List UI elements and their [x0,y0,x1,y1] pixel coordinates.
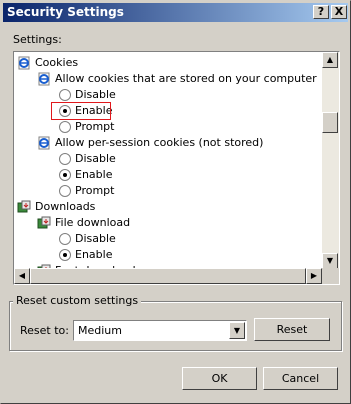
vertical-scrollbar[interactable]: ▲ ▼ [322,52,339,269]
reset-level-select[interactable]: Medium ▼ [73,320,247,341]
tree-item-label: Prompt [75,120,115,133]
radio-button[interactable] [59,169,71,181]
horizontal-scrollbar[interactable]: ◀ ▶ [14,268,322,284]
scroll-down-button[interactable]: ▼ [322,253,338,269]
download-icon [17,200,31,213]
close-button[interactable]: X [331,5,347,19]
ok-button[interactable]: OK [182,367,257,390]
cancel-button[interactable]: Cancel [263,367,338,390]
chevron-down-icon[interactable]: ▼ [229,322,245,339]
tree-item-label: Allow cookies that are stored on your co… [55,72,317,85]
scroll-right-button[interactable]: ▶ [306,268,322,284]
tree-item-label: Enable [75,248,113,261]
tree-item-label: Prompt [75,184,115,197]
scroll-up-button[interactable]: ▲ [322,52,338,68]
ie-settings-icon [38,136,50,150]
reset-to-label: Reset to: [20,324,69,337]
tree-item-label: File download [55,216,131,229]
help-button[interactable]: ? [313,5,329,19]
scrollbar-corner [322,268,339,284]
focus-highlight [51,102,111,120]
tree-item-label: Disable [75,88,116,101]
download-icon [37,216,51,229]
radio-button[interactable] [59,121,71,133]
reset-button[interactable]: Reset [254,318,330,341]
tree-item-label: Disable [75,152,116,165]
radio-button[interactable] [59,233,71,245]
reset-level-value: Medium [78,324,122,337]
scroll-left-button[interactable]: ◀ [14,268,30,284]
window-title: Security Settings [7,5,124,19]
tree-item-label: Downloads [35,200,96,213]
settings-label: Settings: [13,33,62,46]
hscroll-thumb[interactable] [30,268,306,284]
radio-button[interactable] [59,153,71,165]
tree-item-label: Disable [75,232,116,245]
radio-button[interactable] [59,249,71,261]
radio-button[interactable] [59,89,71,101]
tree-item-label: Enable [75,168,113,181]
ie-settings-icon [18,56,30,70]
settings-tree[interactable]: Cookies Allow cookies that are stored on … [13,51,340,285]
security-settings-dialog: Security Settings ? X Settings: Cookies A… [0,0,351,404]
radio-button[interactable] [59,185,71,197]
ie-settings-icon [38,72,50,86]
tree-item-label: Allow per-session cookies (not stored) [55,136,264,149]
tree-item-label: Cookies [35,56,79,69]
settings-tree-content: Cookies Allow cookies that are stored on … [15,53,322,270]
scroll-thumb[interactable] [322,112,338,133]
reset-group-title: Reset custom settings [13,294,142,307]
title-bar: Security Settings ? X [3,3,348,22]
